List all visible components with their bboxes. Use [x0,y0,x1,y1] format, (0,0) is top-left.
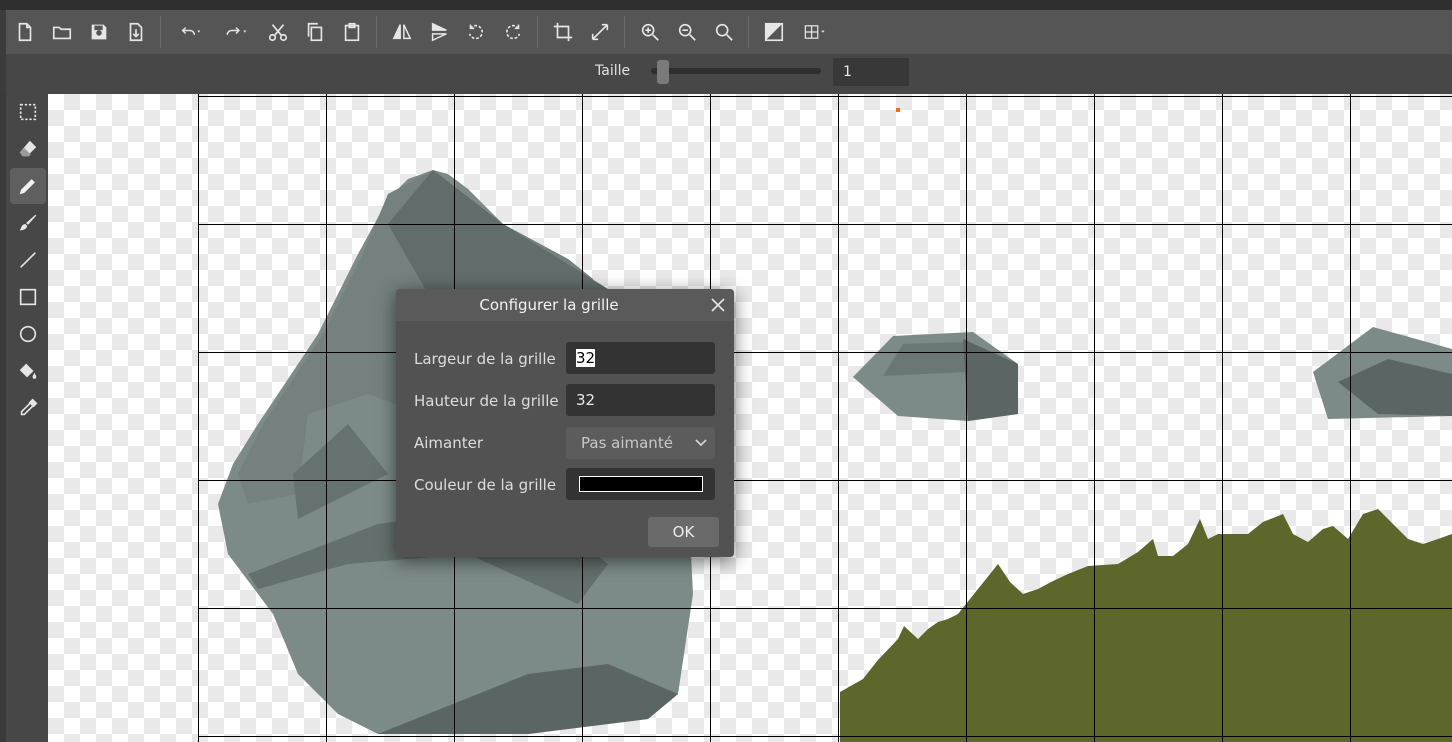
title-bar [0,0,1452,10]
drawing-canvas[interactable] [48,94,1452,742]
small-rock [1313,327,1452,419]
zoom-in-icon[interactable] [631,10,668,54]
grid-width-label: Largeur de la grille [414,350,556,368]
fill-bucket-icon[interactable] [10,353,46,389]
main-toolbar [6,10,1452,54]
flip-vertical-icon[interactable] [420,10,457,54]
grid-height-input[interactable]: 32 [566,384,715,416]
toolbar-separator [160,16,161,48]
zoom-out-icon[interactable] [668,10,705,54]
grid-color-picker[interactable] [566,468,715,500]
pencil-icon[interactable] [10,168,46,204]
rotate-right-icon[interactable] [494,10,531,54]
grid-icon[interactable] [792,10,838,54]
toolbar-separator [748,16,749,48]
tool-palette [0,94,48,742]
grid-width-input[interactable]: 32 [566,342,715,374]
size-slider-thumb[interactable] [657,60,670,84]
pixel-marker [896,108,900,112]
new-file-icon[interactable] [6,10,43,54]
size-input[interactable]: 1 [833,58,909,86]
eyedropper-icon[interactable] [10,390,46,426]
grid-color-swatch[interactable] [579,476,703,492]
grass-bush [840,509,1452,742]
rectangle-icon[interactable] [10,279,46,315]
export-icon[interactable] [117,10,154,54]
size-label: Taille [595,63,631,79]
size-slider[interactable] [651,68,821,74]
flip-horizontal-icon[interactable] [383,10,420,54]
line-icon[interactable] [10,242,46,278]
redo-icon[interactable] [213,10,259,54]
rect-select-icon[interactable] [10,94,46,130]
palette-edge [0,94,6,742]
rotate-left-icon[interactable] [457,10,494,54]
eraser-icon[interactable] [10,131,46,167]
snap-select[interactable]: Pas aimanté [566,427,715,459]
grid-width-value: 32 [576,349,596,367]
close-icon[interactable] [706,293,730,317]
tool-options-bar [6,54,1452,94]
ok-button[interactable]: OK [648,517,719,547]
toolbar-separator [376,16,377,48]
toolbar-separator [624,16,625,48]
undo-icon[interactable] [167,10,213,54]
invert-icon[interactable] [755,10,792,54]
toolbar-separator [537,16,538,48]
small-rock [853,332,1018,421]
grid-color-label: Couleur de la grille [414,476,557,494]
open-folder-icon[interactable] [43,10,80,54]
brush-icon[interactable] [10,205,46,241]
grid-config-dialog: Configurer la grille Largeur de la grill… [396,289,734,557]
dialog-title: Configurer la grille [479,296,619,314]
save-icon[interactable] [80,10,117,54]
paste-icon[interactable] [333,10,370,54]
copy-icon[interactable] [296,10,333,54]
chevron-down-icon [695,427,707,470]
cut-icon[interactable] [259,10,296,54]
crop-icon[interactable] [544,10,581,54]
snap-value: Pas aimanté [581,434,673,452]
canvas-artwork [198,94,1452,742]
resize-icon[interactable] [581,10,618,54]
zoom-fit-icon[interactable] [705,10,742,54]
grid-height-label: Hauteur de la grille [414,392,559,410]
snap-label: Aimanter [414,434,484,452]
ellipse-icon[interactable] [10,316,46,352]
